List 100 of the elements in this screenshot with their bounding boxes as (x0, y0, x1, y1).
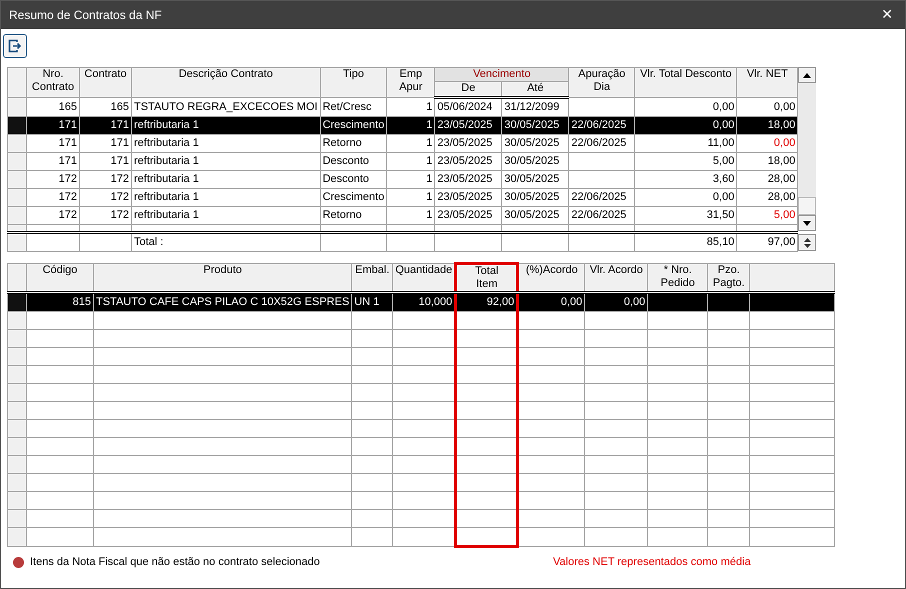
table-cell: UN 1 (352, 292, 393, 312)
table-cell: 1 (386, 152, 435, 170)
column-header: Tipo (320, 68, 387, 98)
table-row[interactable]: 172 172 reftributaria 1 Crescimento 1 23/05/2025 30/05/2025 22/06/2025 0,00 28,00 (8, 188, 798, 206)
table-cell: 172 (80, 188, 132, 206)
column-header: Vlr. Acordo (584, 264, 648, 292)
table-cell: TSTAUTO CAFE CAPS PILAO C 10X52G ESPRES (94, 292, 352, 312)
table-row[interactable]: 171 171 reftributaria 1 Desconto 1 23/05/2025 30/05/2025 5,00 18,00 (8, 152, 798, 170)
table-cell: 30/05/2025 (502, 170, 569, 188)
table-cell: 23/05/2025 (434, 170, 502, 188)
table-cell: 0,00 (518, 292, 585, 312)
table-cell: 172 (80, 206, 132, 224)
table-cell: Retorno (320, 134, 387, 152)
table-row[interactable]: 171 171 reftributaria 1 Retorno 1 23/05/2025 30/05/2025 22/06/2025 11,00 0,00 (8, 134, 798, 152)
column-header: Embal. (352, 264, 393, 292)
table-cell: 23/05/2025 (434, 134, 502, 152)
table-cell: 171 (80, 152, 132, 170)
table-cell: 0,00 (736, 134, 798, 152)
table-cell: 28,00 (736, 170, 798, 188)
table-cell: reftributaria 1 (132, 134, 320, 152)
table-cell: reftributaria 1 (132, 116, 320, 134)
table-cell: 05/06/2024 (434, 98, 502, 116)
up-down-arrows-icon (804, 236, 811, 248)
table-cell: reftributaria 1 (132, 152, 320, 170)
table-cell: reftributaria 1 (132, 170, 320, 188)
column-header: De (434, 82, 502, 98)
table-cell: 1 (386, 116, 435, 134)
table-cell: 18,00 (736, 116, 798, 134)
note-text: Valores NET representados como média (553, 556, 751, 568)
column-header: Descrição Contrato (132, 68, 320, 98)
table-cell: 1 (386, 206, 435, 224)
table-cell: 22/06/2025 (568, 206, 635, 224)
scrollbar[interactable] (798, 67, 816, 231)
table-cell: 11,00 (634, 134, 737, 152)
down-arrow-icon (803, 220, 812, 226)
table-cell: 23/05/2025 (434, 188, 502, 206)
table-cell: 172 (26, 170, 80, 188)
table-row[interactable]: 172 172 reftributaria 1 Retorno 1 23/05/2025 30/05/2025 22/06/2025 31,50 5,00 (8, 206, 798, 224)
table-cell: 30/05/2025 (502, 152, 569, 170)
table-cell: 172 (80, 170, 132, 188)
exit-button[interactable] (3, 34, 27, 58)
column-group-header: Vencimento (434, 68, 569, 82)
spinner[interactable] (798, 234, 816, 251)
total-cell: Total : (132, 232, 320, 252)
table-cell: Desconto (320, 170, 387, 188)
table-cell: 171 (26, 152, 80, 170)
table-cell: 5,00 (634, 152, 737, 170)
table-cell: 22/06/2025 (568, 188, 635, 206)
table-cell: 30/05/2025 (502, 206, 569, 224)
table-cell: TSTAUTO REGRA_EXCECOES MOI (132, 98, 320, 116)
column-header: Vlr. NET (736, 68, 798, 98)
table-cell: 92,00 (456, 292, 518, 312)
table-cell: Crescimento (320, 188, 387, 206)
table-cell: Desconto (320, 152, 387, 170)
column-header: Apuração Dia (568, 68, 635, 98)
table-cell: 1 (386, 134, 435, 152)
table-cell: reftributaria 1 (132, 188, 320, 206)
legend-text: Itens da Nota Fiscal que não estão no contrato selecionado (30, 556, 320, 568)
table-cell: 30/05/2025 (502, 134, 569, 152)
table-cell: 172 (26, 188, 80, 206)
table-cell: 23/05/2025 (434, 152, 502, 170)
table-cell: 0,00 (634, 188, 737, 206)
table-cell: 0,00 (634, 98, 737, 116)
scrollbar-thumb[interactable] (798, 197, 816, 215)
table-cell: Ret/Cresc (320, 98, 387, 116)
table-cell: reftributaria 1 (132, 206, 320, 224)
table-cell: 22/06/2025 (568, 116, 635, 134)
column-header: * Nro. Pedido (648, 264, 708, 292)
table-cell: 171 (26, 116, 80, 134)
table-cell: 30/05/2025 (502, 116, 569, 134)
table-row[interactable]: 165 165 TSTAUTO REGRA_EXCECOES MOI Ret/Cresc 1 05/06/2024 31/12/2099 0,00 0,00 (8, 98, 798, 116)
up-arrow-icon (803, 72, 812, 78)
table-cell: 23/05/2025 (434, 116, 502, 134)
column-header: Pzo. Pagto. (708, 264, 750, 292)
table-cell: 31,50 (634, 206, 737, 224)
column-header: Vlr. Total Desconto (634, 68, 737, 98)
column-header: Emp Apur (386, 68, 435, 98)
table-cell: 172 (26, 206, 80, 224)
table-cell: 815 (26, 292, 94, 312)
close-button[interactable]: ✕ (877, 7, 897, 23)
table-cell: 165 (80, 98, 132, 116)
exit-icon (8, 39, 22, 53)
table-row[interactable]: 172 172 reftributaria 1 Desconto 1 23/05/2025 30/05/2025 3,60 28,00 (8, 170, 798, 188)
window-title: Resumo de Contratos da NF (9, 8, 162, 22)
table-cell: 28,00 (736, 188, 798, 206)
table-cell: 23/05/2025 (434, 206, 502, 224)
column-header: Até (502, 82, 569, 98)
table-cell: 171 (80, 116, 132, 134)
table-cell: Retorno (320, 206, 387, 224)
table-cell: 22/06/2025 (568, 134, 635, 152)
table-row[interactable]: 171 171 reftributaria 1 Crescimento 1 23/05/2025 30/05/2025 22/06/2025 0,00 18,00 (8, 116, 798, 134)
column-header: Nro. Contrato (26, 68, 80, 98)
column-header: Produto (94, 264, 352, 292)
table-cell: 1 (386, 188, 435, 206)
table-cell: 1 (386, 98, 435, 116)
table-cell: 5,00 (736, 206, 798, 224)
table-cell: 165 (26, 98, 80, 116)
total-cell: 85,10 (634, 232, 737, 252)
table-cell: 171 (80, 134, 132, 152)
table-cell: 30/05/2025 (502, 188, 569, 206)
